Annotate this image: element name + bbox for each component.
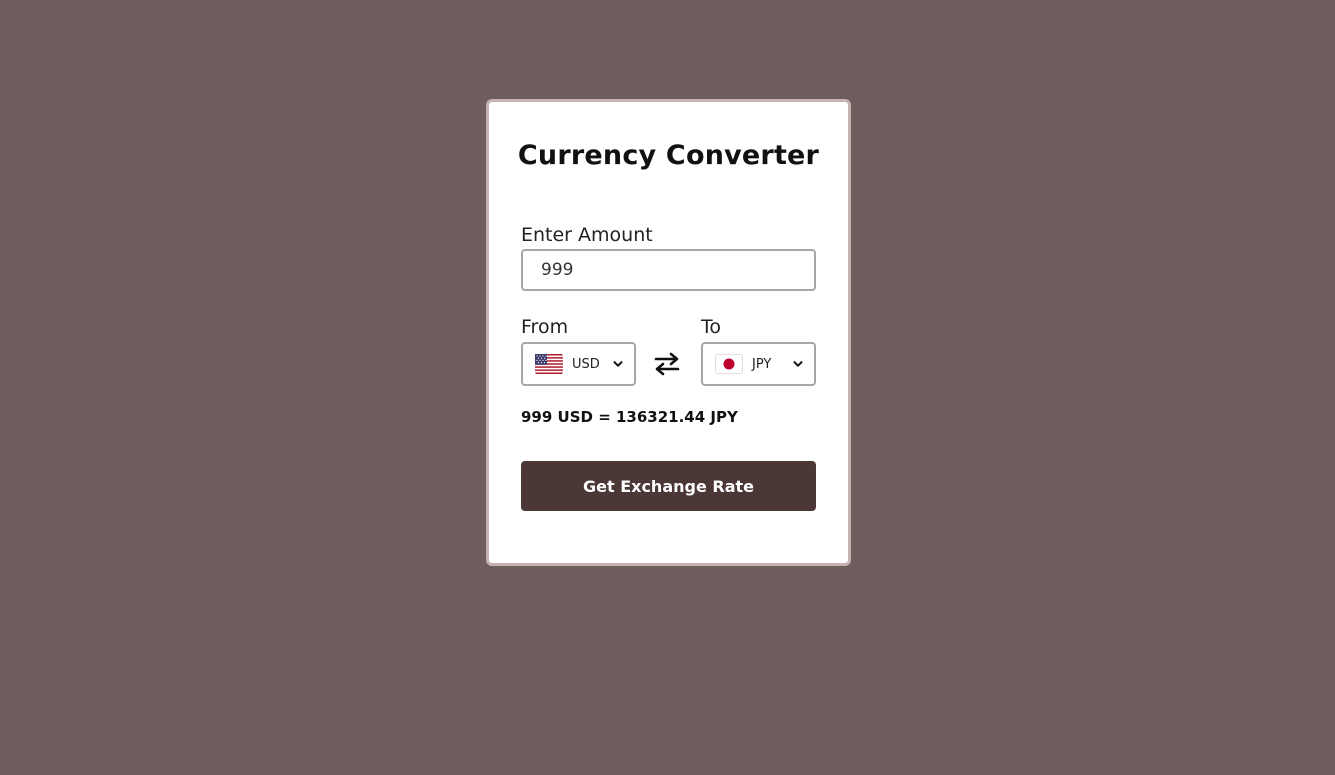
japan-flag-icon xyxy=(715,354,743,374)
to-currency-select[interactable]: JPY xyxy=(701,342,816,386)
converter-card: Currency Converter Enter Amount From USD xyxy=(486,99,851,566)
exchange-result: 999 USD = 136321.44 JPY xyxy=(521,408,738,426)
amount-input[interactable] xyxy=(521,249,816,291)
chevron-down-icon xyxy=(613,361,623,367)
us-flag-icon xyxy=(535,354,563,374)
get-exchange-rate-button[interactable]: Get Exchange Rate xyxy=(521,461,816,511)
chevron-down-icon xyxy=(793,361,803,367)
from-currency-code: USD xyxy=(572,356,600,372)
to-currency-code: JPY xyxy=(752,356,772,372)
from-label: From xyxy=(521,316,569,338)
to-label: To xyxy=(701,316,722,338)
from-currency-select[interactable]: USD xyxy=(521,342,636,386)
swap-icon[interactable] xyxy=(653,351,681,377)
card-title: Currency Converter xyxy=(517,140,820,171)
amount-label: Enter Amount xyxy=(521,224,653,246)
